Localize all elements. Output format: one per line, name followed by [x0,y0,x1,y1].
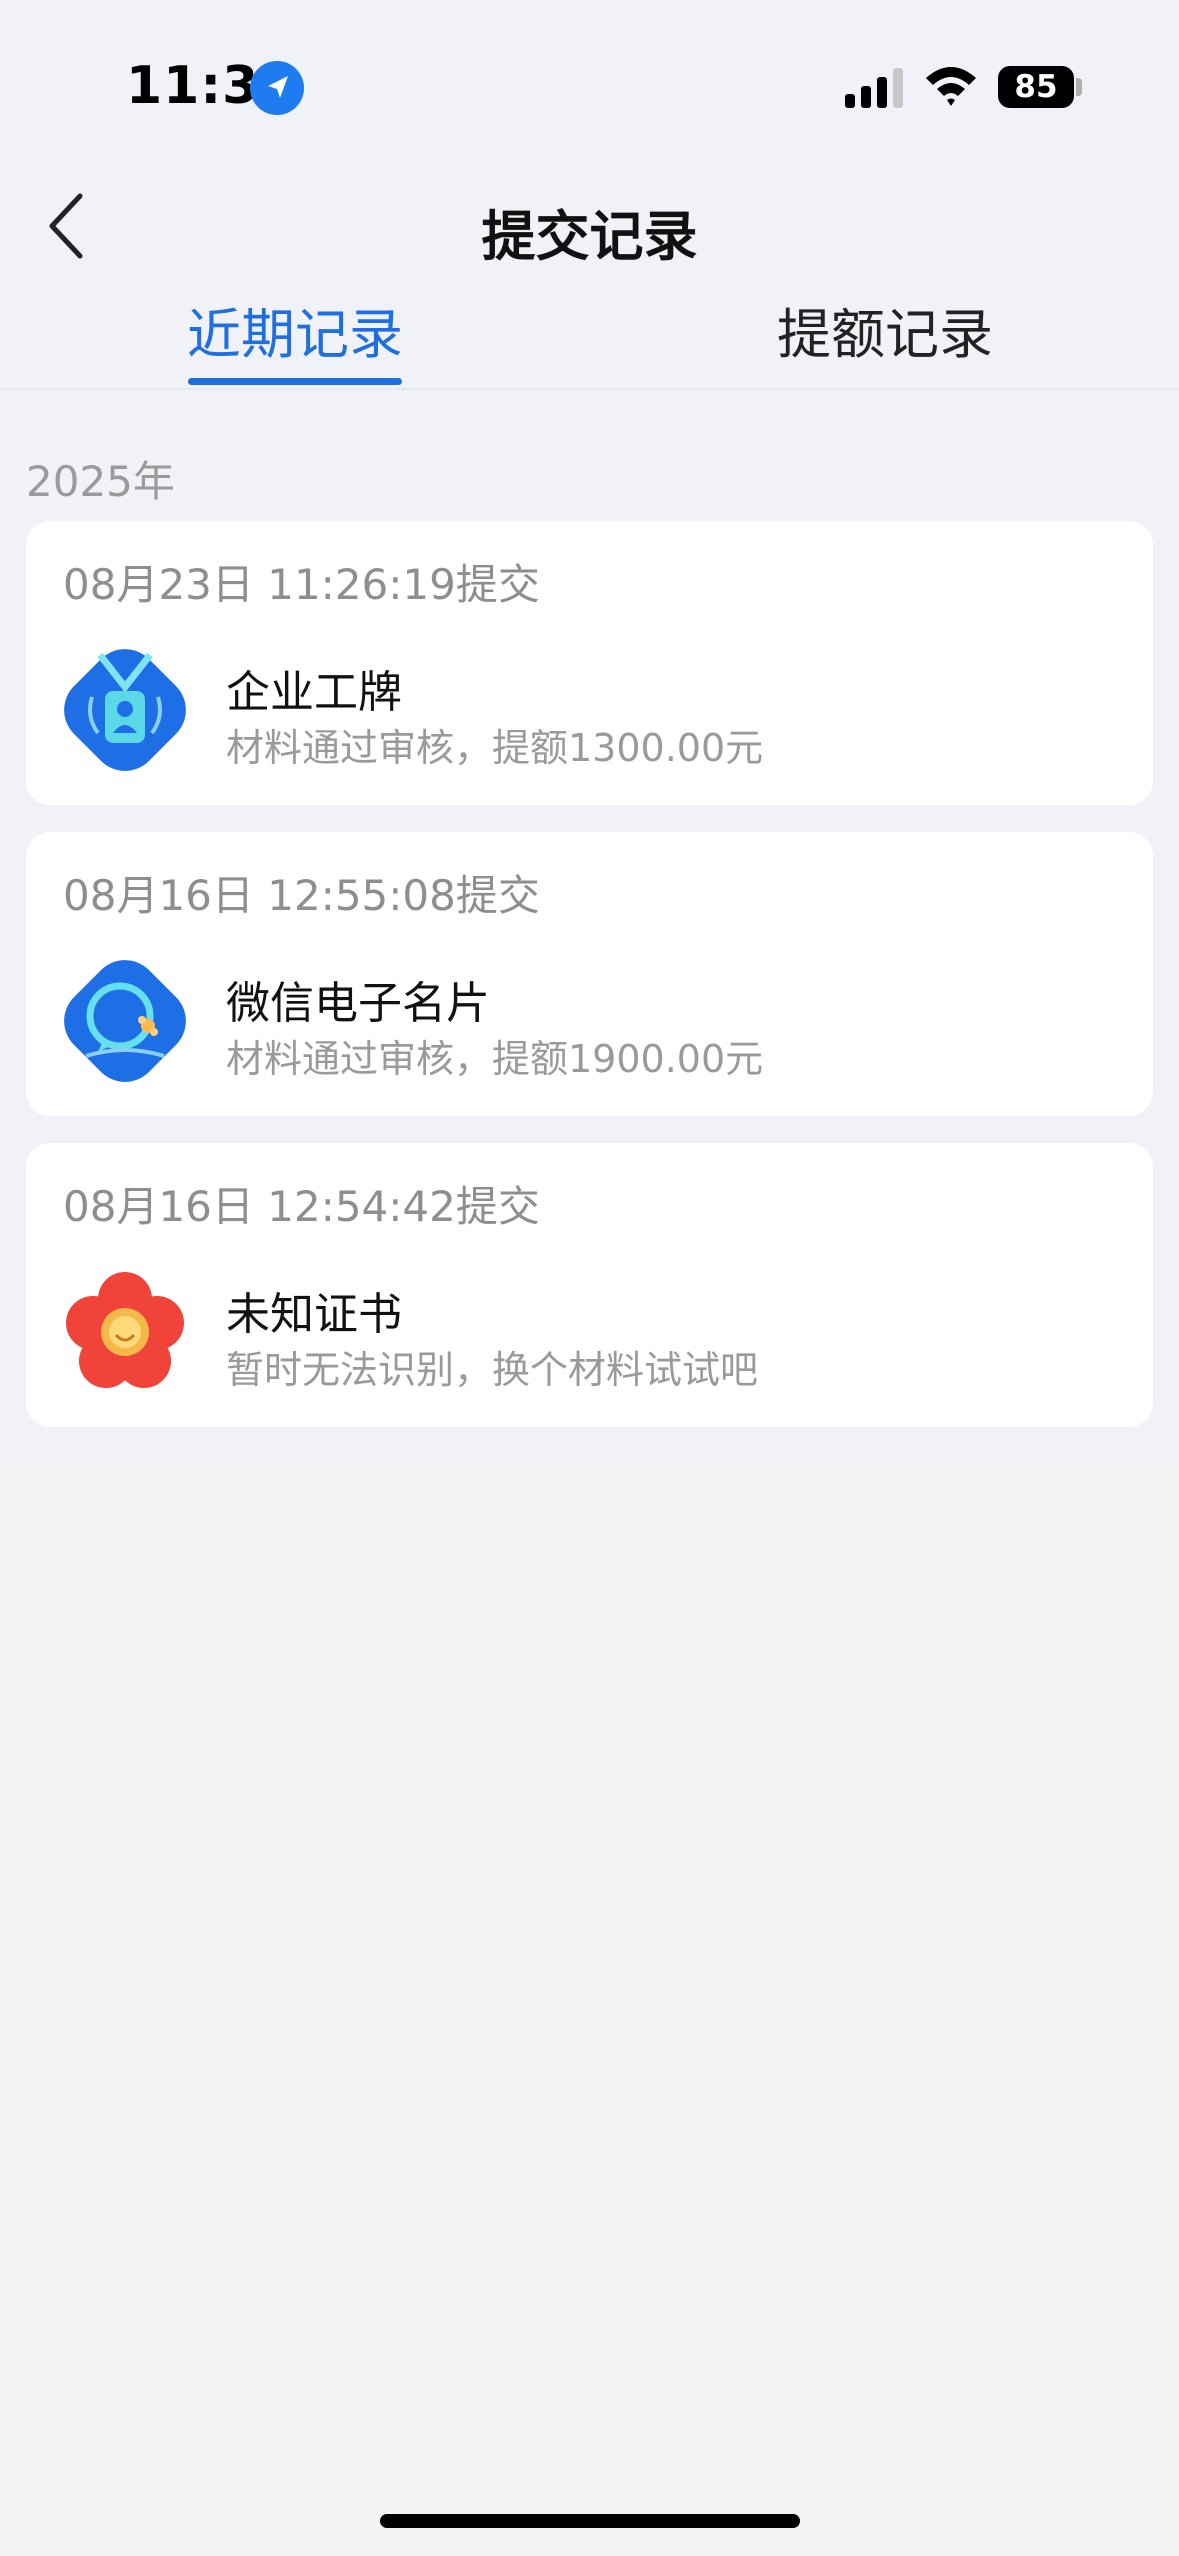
record-card[interactable]: 08月16日 12:55:08提交 微信电子名片 材料通过审核，提额1900.0… [26,832,1153,1116]
record-card[interactable]: 08月16日 12:54:42提交 未知证书 暂时无法识别，换个材料试试吧 [26,1143,1153,1427]
record-card[interactable]: 08月23日 11:26:19提交 企业工牌 材料通过审核，提额1300.00元 [26,521,1153,805]
record-status: 暂时无法识别，换个材料试试吧 [226,1348,759,1392]
location-arrow-icon [250,61,304,115]
tab-recent-records[interactable]: 近期记录 [170,290,420,369]
battery-cap [1076,78,1082,96]
wechat-card-icon [64,960,186,1082]
record-time: 08月23日 11:26:19提交 [63,560,540,609]
home-indicator[interactable] [380,2514,800,2528]
year-label: 2025年 [26,457,175,506]
badge-icon [64,649,186,771]
record-title: 未知证书 [226,1289,402,1340]
record-status: 材料通过审核，提额1900.00元 [226,1037,764,1081]
tabs-divider [0,388,1179,390]
flower-icon [66,1272,184,1388]
tab-quota-records[interactable]: 提额记录 [760,290,1010,369]
page-title: 提交记录 [481,205,698,268]
record-title: 企业工牌 [226,667,402,718]
record-title: 微信电子名片 [226,978,490,1029]
active-tab-indicator [188,378,402,385]
record-status: 材料通过审核，提额1300.00元 [226,726,764,770]
cellular-signal-icon [845,68,903,108]
record-time: 08月16日 12:55:08提交 [63,871,540,920]
wifi-icon [926,67,976,106]
battery-indicator: 85 [998,66,1074,108]
record-time: 08月16日 12:54:42提交 [63,1182,540,1231]
